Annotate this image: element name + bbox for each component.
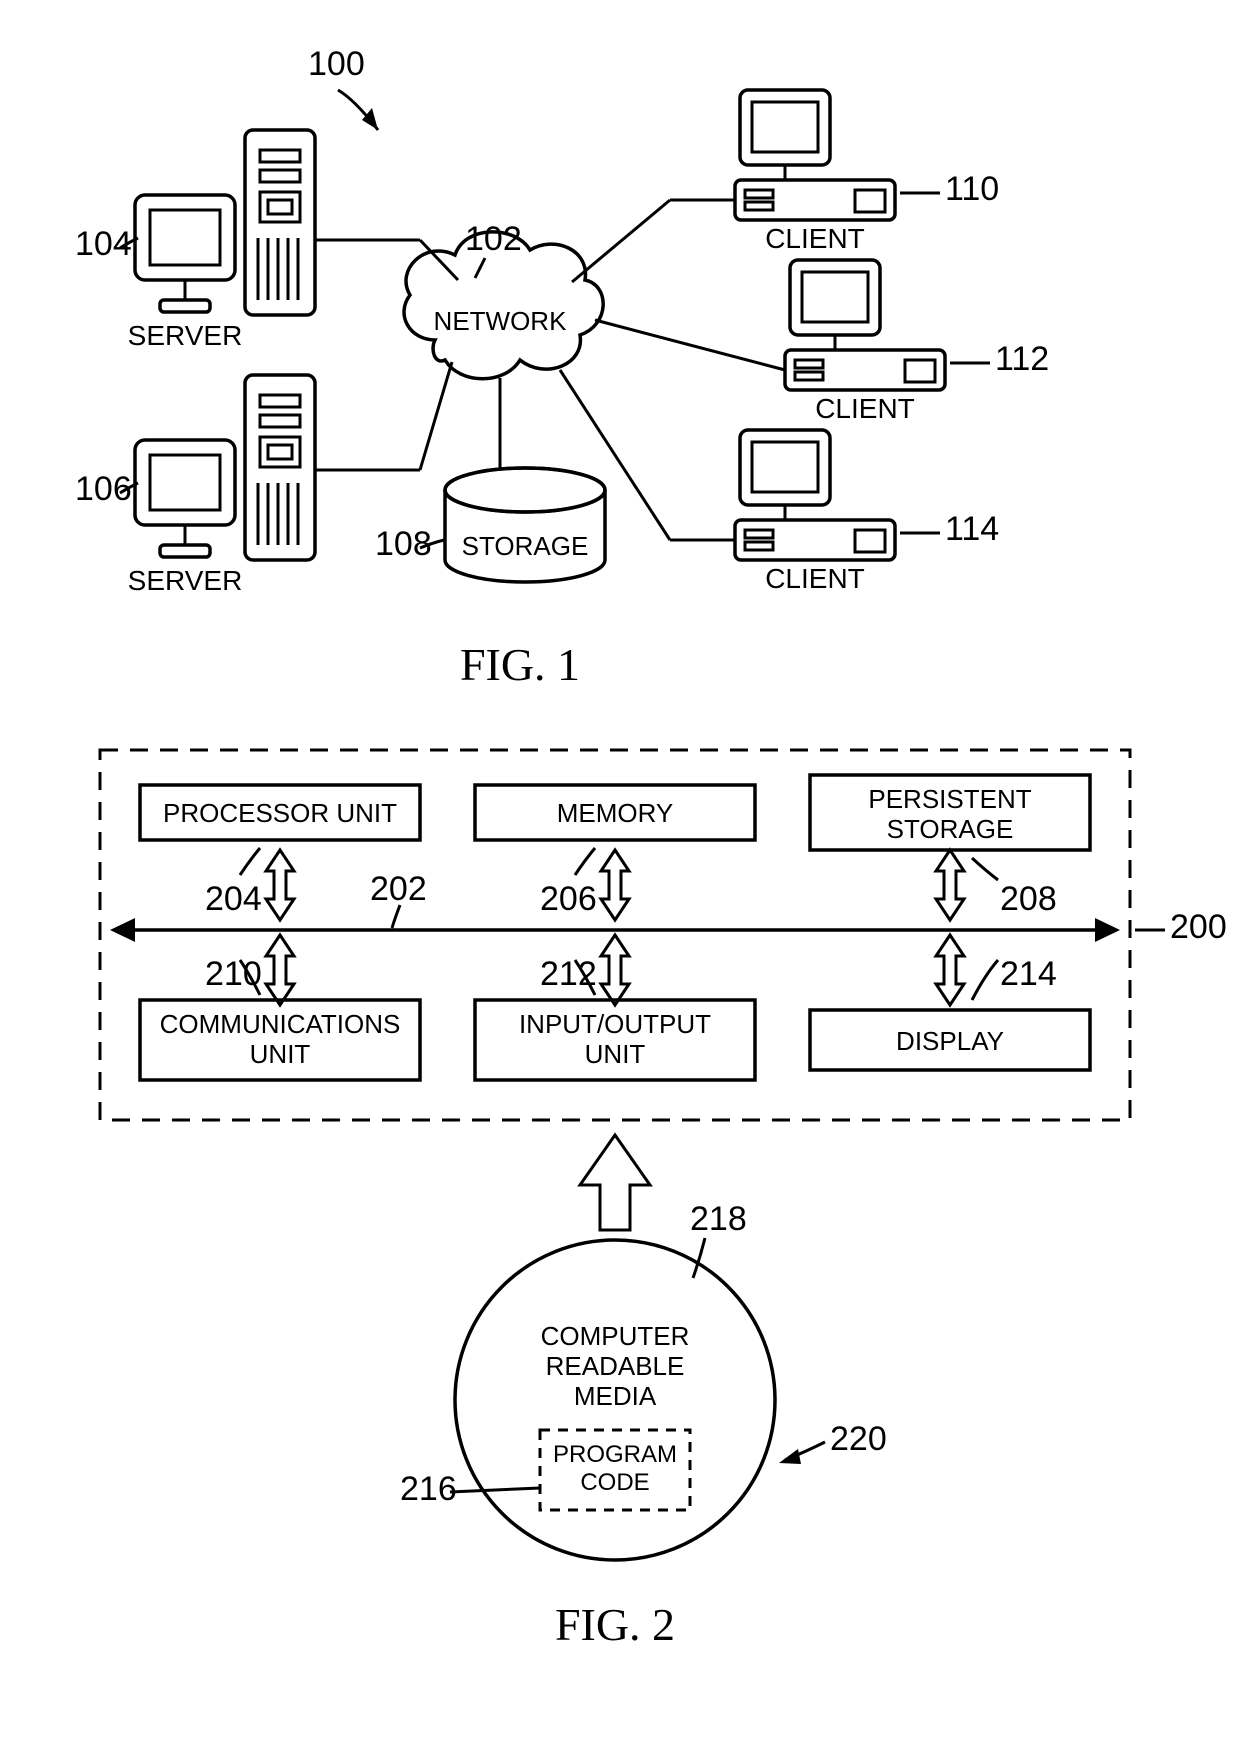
- bus-arrow-icon: [601, 850, 629, 920]
- storage-108: STORAGE: [445, 468, 605, 582]
- media-l3: MEDIA: [574, 1381, 657, 1411]
- ref-114: 114: [945, 510, 999, 548]
- io-l1: INPUT/OUTPUT: [519, 1009, 711, 1039]
- ref-210: 210: [205, 955, 262, 993]
- display-label: DISPLAY: [896, 1026, 1004, 1056]
- program-code-l2: CODE: [580, 1469, 649, 1496]
- client-114: CLIENT: [735, 430, 895, 594]
- ref-212: 212: [540, 955, 597, 993]
- up-arrow-icon: [580, 1135, 650, 1230]
- bus-arrow-icon: [266, 850, 294, 920]
- ref-220: 220: [830, 1420, 887, 1458]
- arrowhead-icon: [110, 918, 135, 942]
- ref-200: 200: [1170, 908, 1227, 946]
- memory-label: MEMORY: [557, 798, 674, 828]
- ref-208: 208: [1000, 880, 1057, 918]
- program-code-l1: PROGRAM: [553, 1441, 677, 1468]
- ref-216: 216: [400, 1470, 457, 1508]
- client-112-label: CLIENT: [815, 393, 915, 424]
- persistent-storage-l2: STORAGE: [887, 814, 1014, 844]
- arrowhead-icon: [1095, 918, 1120, 942]
- figure-2: PROCESSOR UNIT MEMORY PERSISTENT STORAGE…: [100, 750, 1227, 1650]
- figure-page: 100 SERVER 104: [0, 0, 1240, 1743]
- ref-112: 112: [995, 340, 1049, 378]
- ref-108: 108: [375, 525, 432, 563]
- communications-l1: COMMUNICATIONS: [160, 1009, 401, 1039]
- ref-218: 218: [690, 1200, 747, 1238]
- network-label: NETWORK: [434, 306, 568, 336]
- ref-204: 204: [205, 880, 262, 918]
- ref-106: 106: [75, 470, 132, 508]
- processor-unit-label: PROCESSOR UNIT: [163, 798, 397, 828]
- bus-arrow-icon: [936, 850, 964, 920]
- ref-110: 110: [945, 170, 999, 208]
- client-110: CLIENT: [735, 90, 895, 254]
- media-l2: READABLE: [546, 1351, 685, 1381]
- client-110-label: CLIENT: [765, 223, 865, 254]
- media-l1: COMPUTER: [541, 1321, 690, 1351]
- server-106-label: SERVER: [128, 565, 243, 596]
- ref-202: 202: [370, 870, 427, 908]
- fig2-caption: FIG. 2: [555, 1599, 675, 1650]
- io-l2: UNIT: [585, 1039, 646, 1069]
- persistent-storage-l1: PERSISTENT: [868, 784, 1031, 814]
- client-112: CLIENT: [785, 260, 945, 424]
- server-104-label: SERVER: [128, 320, 243, 351]
- figure-1: 100 SERVER 104: [75, 45, 1049, 690]
- server-104: SERVER: [128, 130, 315, 351]
- server-106: SERVER: [128, 375, 315, 596]
- client-114-label: CLIENT: [765, 563, 865, 594]
- ref-214: 214: [1000, 955, 1057, 993]
- bus-arrow-icon: [601, 935, 629, 1005]
- bus-arrow-icon: [266, 935, 294, 1005]
- bus-arrow-icon: [936, 935, 964, 1005]
- ref-102: 102: [465, 220, 522, 258]
- fig1-caption: FIG. 1: [460, 639, 580, 690]
- ref-206: 206: [540, 880, 597, 918]
- ref-100: 100: [308, 45, 365, 83]
- storage-label: STORAGE: [462, 531, 589, 561]
- arrowhead-icon: [779, 1449, 801, 1464]
- ref-104: 104: [75, 225, 132, 263]
- communications-l2: UNIT: [250, 1039, 311, 1069]
